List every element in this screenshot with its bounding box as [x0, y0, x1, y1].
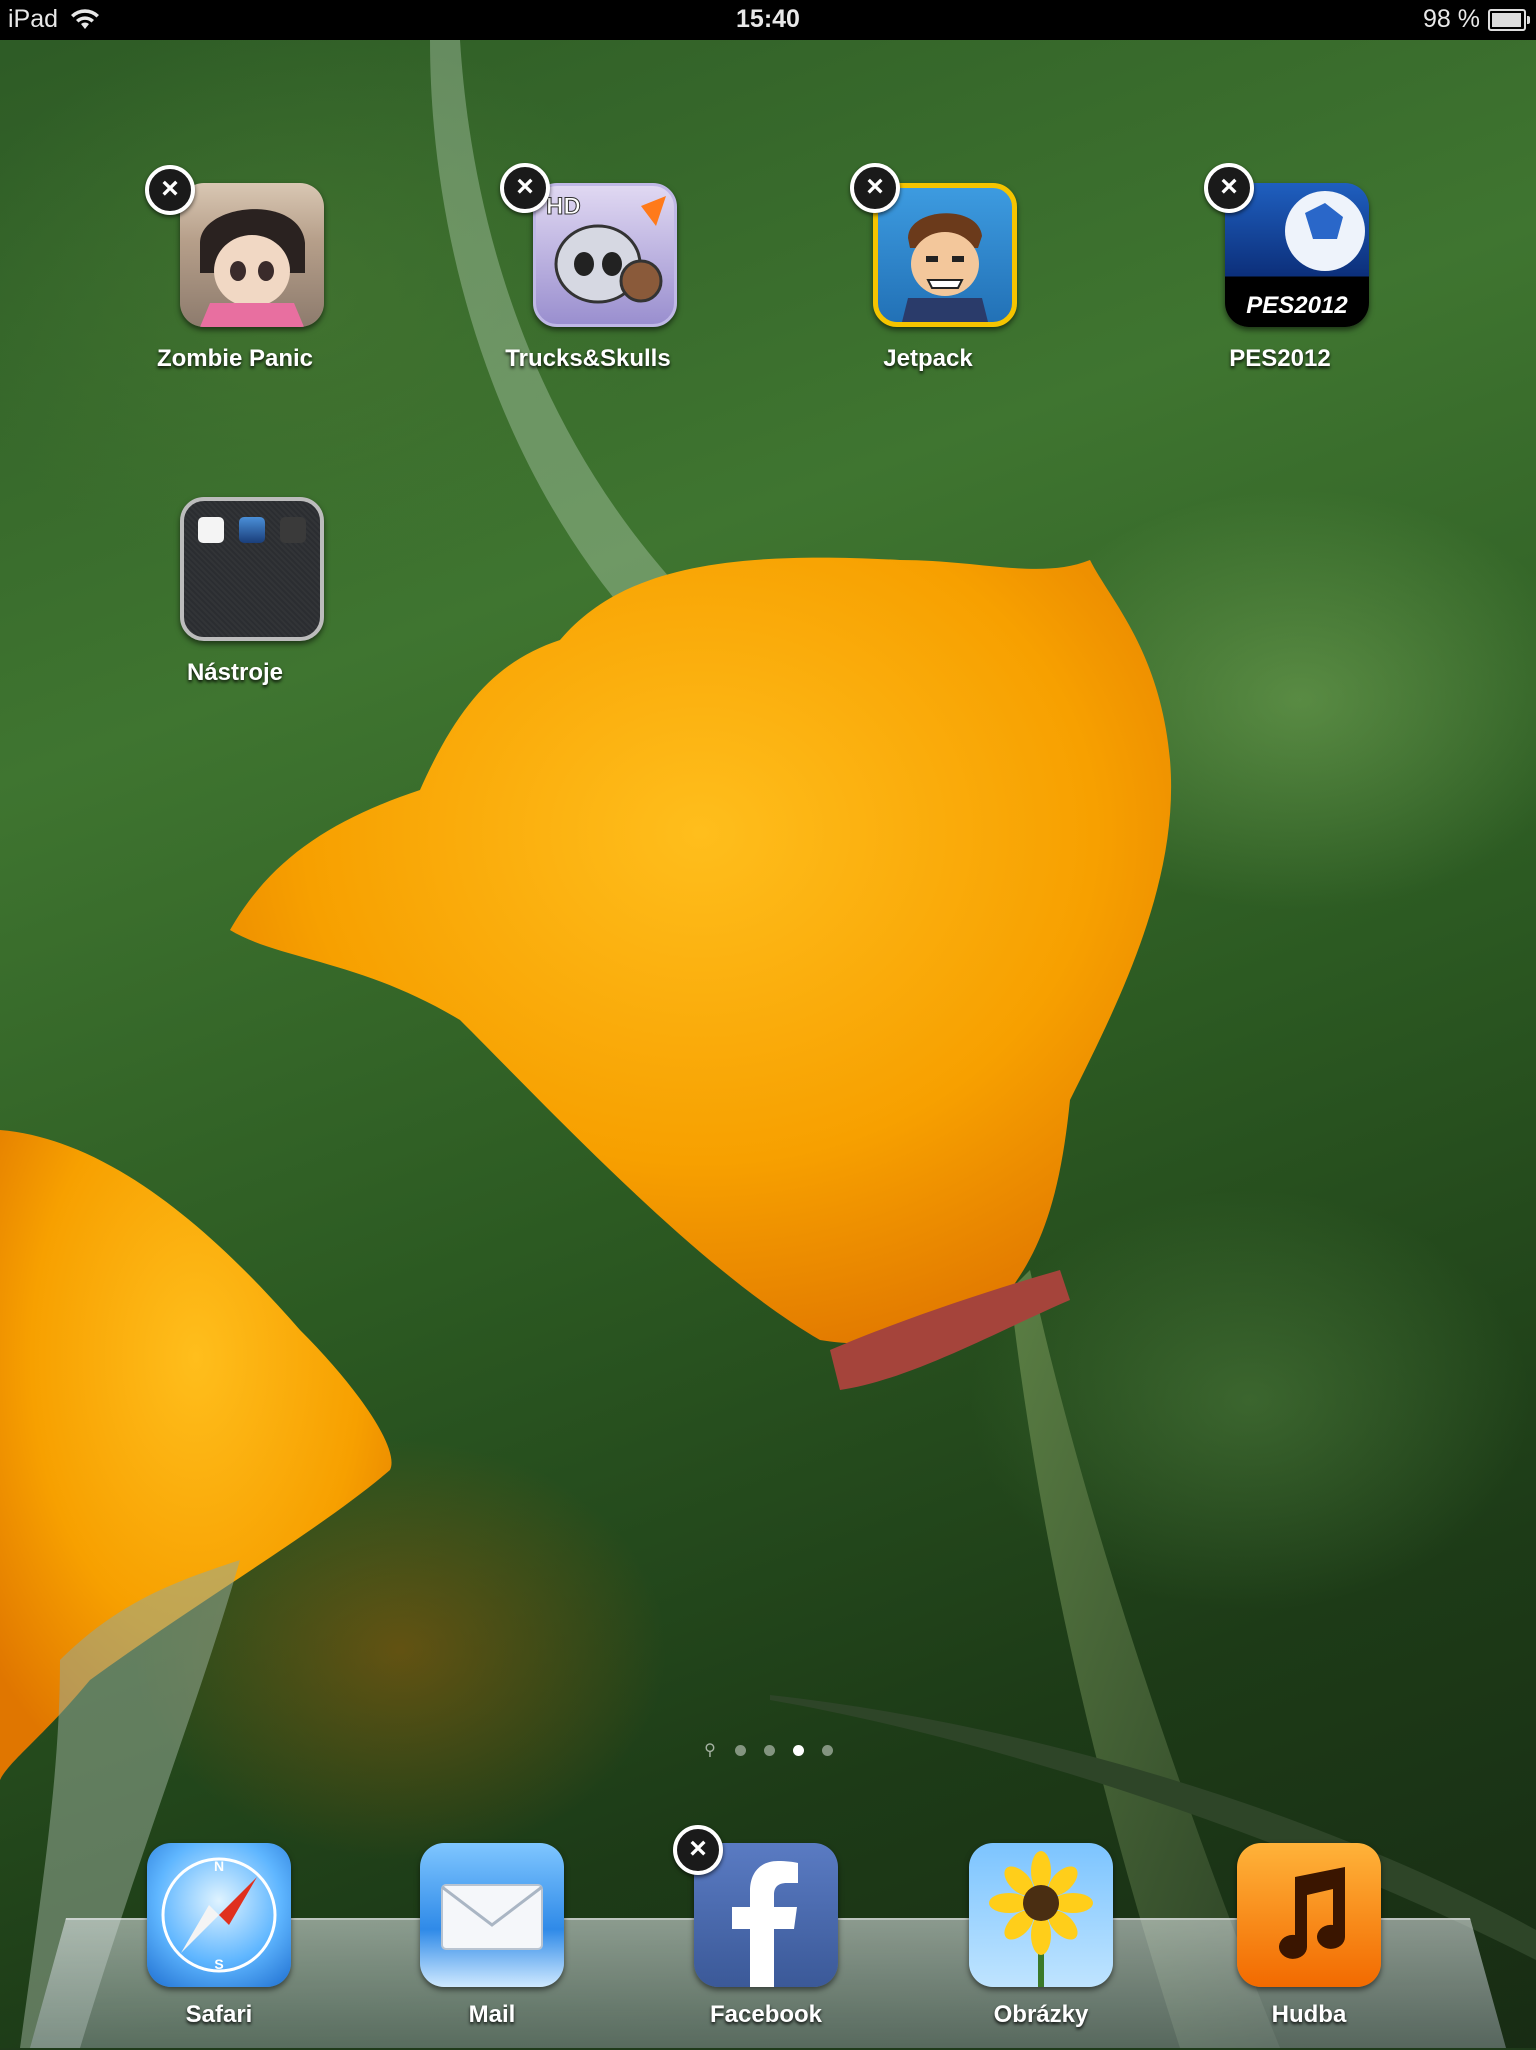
close-x-icon[interactable]: × [500, 163, 550, 213]
matrix-mini-icon [280, 517, 306, 543]
mini-app-icon [239, 517, 265, 543]
dock-label: Facebook [709, 2001, 823, 2028]
close-x-icon[interactable]: × [850, 163, 900, 213]
sunflower-icon[interactable] [969, 1843, 1113, 1987]
battery-percent: 98 % [1423, 5, 1480, 33]
battery-icon [1488, 8, 1530, 31]
page-dot-2[interactable] [764, 1744, 775, 1756]
hd-badge: HD [546, 193, 581, 220]
svg-text:N: N [214, 1858, 224, 1874]
app-label: Jetpack [883, 345, 973, 372]
clock: 15:40 [736, 5, 800, 33]
dock-label: Obrázky [993, 2001, 1089, 2028]
svg-text:S: S [214, 1956, 223, 1972]
app-label: Trucks&Skulls [505, 345, 671, 372]
search-icon[interactable]: ⚲ [703, 1740, 717, 1760]
page-indicator[interactable]: ⚲ [0, 1740, 1536, 1760]
jetpack-icon[interactable] [873, 183, 1017, 327]
dock-label: Hudba [1271, 2001, 1347, 2028]
pes2012-wordmark: PES2012 [1246, 292, 1348, 319]
linpack-mini-icon [198, 517, 224, 543]
app-label: PES2012 [1229, 345, 1331, 372]
folder-icon[interactable] [180, 497, 324, 641]
safari-compass-icon[interactable]: N S [147, 1843, 291, 1987]
battery-level [1492, 12, 1522, 27]
zombie-panic-icon[interactable] [180, 183, 324, 327]
close-x-icon[interactable]: × [145, 165, 195, 215]
dock-label: Mail [468, 2001, 516, 2028]
close-x-icon[interactable]: × [1204, 163, 1254, 213]
folder-label: Nástroje [186, 659, 284, 686]
dock-label: Safari [185, 2001, 253, 2028]
page-dot-1[interactable] [735, 1744, 746, 1756]
mail-envelope-icon[interactable] [420, 1843, 564, 1987]
close-x-icon[interactable]: × [673, 1825, 723, 1875]
page-dot-3[interactable] [793, 1744, 804, 1756]
music-note-icon[interactable] [1237, 1843, 1381, 1987]
trucks-skulls-icon[interactable]: HD [533, 183, 677, 327]
status-bar: iPad 15:40 98 % [0, 0, 1536, 40]
app-label: Zombie Panic [156, 345, 314, 372]
page-dot-4[interactable] [822, 1744, 833, 1756]
